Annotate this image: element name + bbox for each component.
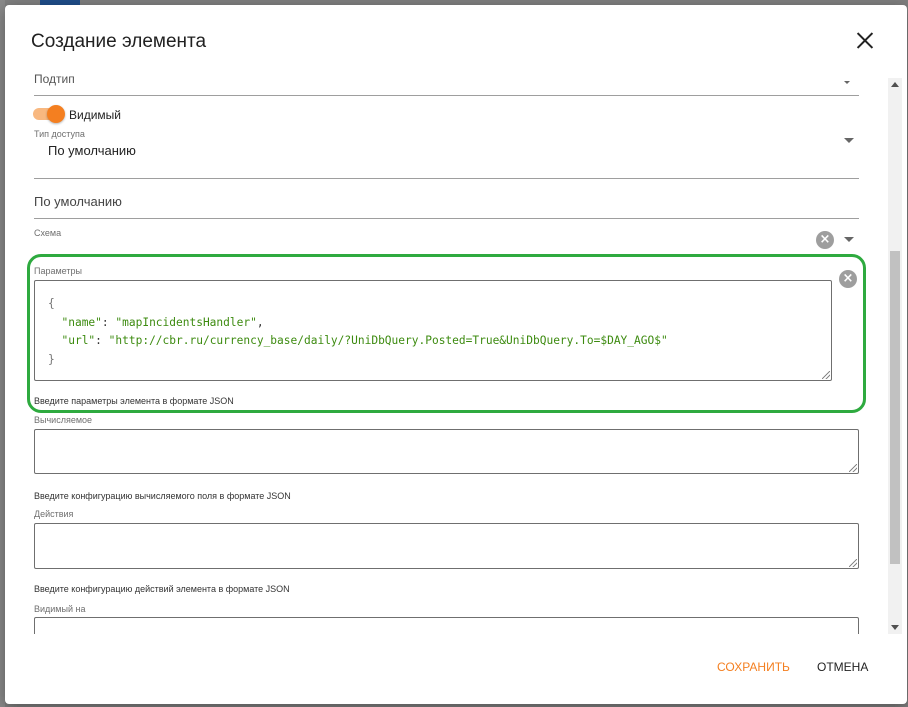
params-json-textarea[interactable]: { "name": "mapIncidentsHandler", "url": …: [34, 280, 832, 381]
schema-label: Схема: [34, 228, 62, 238]
subtype-field-label: Подтип: [34, 72, 75, 86]
actions-resize-handle[interactable]: [849, 559, 857, 567]
schema-dropdown-icon[interactable]: [844, 237, 854, 242]
access-type-underline: [34, 178, 859, 179]
access-type-label: Тип доступа: [34, 129, 85, 139]
visible-on-textarea[interactable]: [34, 617, 859, 634]
dialog-title: Создание элемента: [31, 31, 207, 52]
scroll-down-icon[interactable]: [891, 625, 899, 630]
visible-toggle[interactable]: [47, 105, 65, 123]
dialog-scrollbar[interactable]: [888, 78, 902, 634]
default-value-underline: [34, 218, 859, 219]
params-json-code: { "name": "mapIncidentsHandler", "url": …: [48, 297, 668, 366]
subtype-dropdown-icon[interactable]: [844, 81, 850, 84]
visible-on-label: Видимый на: [34, 604, 86, 614]
actions-json-textarea[interactable]: [34, 523, 859, 569]
subtype-field-underline: [34, 95, 859, 96]
visible-toggle-label: Видимый: [69, 108, 121, 122]
dialog-content: Подтип Видимый Тип доступа По умолчанию …: [5, 68, 907, 634]
params-resize-handle[interactable]: [822, 371, 830, 379]
close-icon[interactable]: [855, 31, 875, 51]
computed-resize-handle[interactable]: [849, 464, 857, 472]
params-clear-icon[interactable]: ×: [839, 270, 857, 288]
scroll-up-icon[interactable]: [891, 82, 899, 87]
default-value-field[interactable]: По умолчанию: [34, 194, 122, 209]
scroll-thumb[interactable]: [890, 251, 900, 564]
params-helper-text: Введите параметры элемента в формате JSO…: [34, 396, 234, 406]
computed-label: Вычисляемое: [34, 415, 93, 425]
actions-label: Действия: [34, 509, 74, 519]
computed-json-textarea[interactable]: [34, 429, 859, 474]
cancel-button[interactable]: ОТМЕНА: [817, 660, 868, 674]
create-element-dialog: Создание элемента Подтип Видимый Тип дос…: [5, 5, 907, 704]
actions-helper-text: Введите конфигурацию действий элемента в…: [34, 584, 290, 594]
computed-helper-text: Введите конфигурацию вычисляемого поля в…: [34, 491, 291, 501]
save-button[interactable]: СОХРАНИТЬ: [717, 660, 790, 674]
access-type-select[interactable]: По умолчанию: [48, 143, 136, 158]
access-type-dropdown-icon[interactable]: [844, 138, 854, 143]
schema-clear-icon[interactable]: ×: [816, 231, 834, 249]
params-label: Параметры: [34, 266, 82, 276]
